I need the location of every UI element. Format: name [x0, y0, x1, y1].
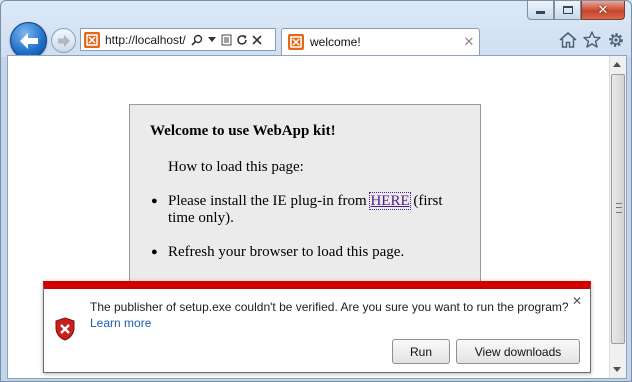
grip-icon: [616, 203, 622, 213]
vertical-scrollbar[interactable]: [609, 56, 626, 378]
notification-message: The publisher of setup.exe couldn't be v…: [90, 300, 569, 314]
dropdown-icon[interactable]: [204, 31, 219, 49]
favorites-star-icon[interactable]: [582, 30, 601, 49]
list-item: ● Refresh your browser to load this page…: [151, 244, 471, 261]
home-icon[interactable]: [558, 30, 577, 49]
tab-close-icon[interactable]: ✕: [459, 35, 479, 50]
tools-gear-icon[interactable]: [606, 30, 625, 49]
command-icons: [558, 30, 625, 49]
browser-window: ✕ http://localhost/ welcome! ✕ Welcome t…: [0, 0, 632, 382]
tab-title: welcome!: [310, 35, 361, 49]
back-arrow-icon: [19, 32, 38, 49]
minimize-button[interactable]: [527, 1, 554, 20]
page-intro: How to load this page:: [168, 159, 304, 175]
forward-button[interactable]: [51, 28, 76, 53]
scroll-down-icon[interactable]: [613, 367, 621, 372]
view-downloads-button[interactable]: View downloads: [456, 339, 580, 364]
forward-arrow-icon: [57, 34, 70, 47]
maximize-icon: [562, 6, 573, 14]
address-url[interactable]: http://localhost/: [105, 33, 189, 47]
tab-welcome[interactable]: welcome! ✕: [281, 28, 480, 55]
list-item: ● Please install the IE plug-in from HER…: [151, 192, 471, 227]
compatibility-icon[interactable]: [219, 31, 234, 49]
warning-shield-icon: [55, 317, 75, 341]
close-notification-icon[interactable]: ✕: [572, 294, 582, 308]
list-item-text: Please install the IE plug-in from HERE …: [168, 192, 471, 227]
list-item-text: Refresh your browser to load this page.: [168, 244, 405, 260]
page-title: Welcome to use WebApp kit!: [150, 123, 336, 139]
back-button[interactable]: [10, 22, 47, 59]
close-window-button[interactable]: ✕: [581, 1, 625, 20]
minimize-icon: [536, 11, 545, 14]
search-icon[interactable]: [189, 31, 204, 49]
install-text: Please install the IE plug-in from: [168, 193, 371, 209]
close-icon: ✕: [597, 2, 609, 18]
maximize-button[interactable]: [554, 1, 581, 20]
scroll-up-icon[interactable]: [613, 62, 621, 67]
site-favicon-icon: [84, 31, 100, 48]
learn-more-link[interactable]: Learn more: [90, 316, 151, 330]
stop-icon[interactable]: [249, 31, 264, 49]
window-controls: ✕: [527, 1, 625, 20]
run-button[interactable]: Run: [392, 339, 450, 364]
tab-favicon-icon: [288, 34, 304, 50]
plugin-link[interactable]: HERE: [369, 192, 411, 210]
scrollbar-thumb[interactable]: [611, 74, 625, 344]
download-notification-bar: The publisher of setup.exe couldn't be v…: [43, 281, 591, 373]
bullet-icon: ●: [151, 195, 158, 207]
bullet-icon: ●: [151, 246, 158, 258]
address-bar[interactable]: http://localhost/: [80, 28, 276, 51]
refresh-icon[interactable]: [234, 31, 249, 49]
